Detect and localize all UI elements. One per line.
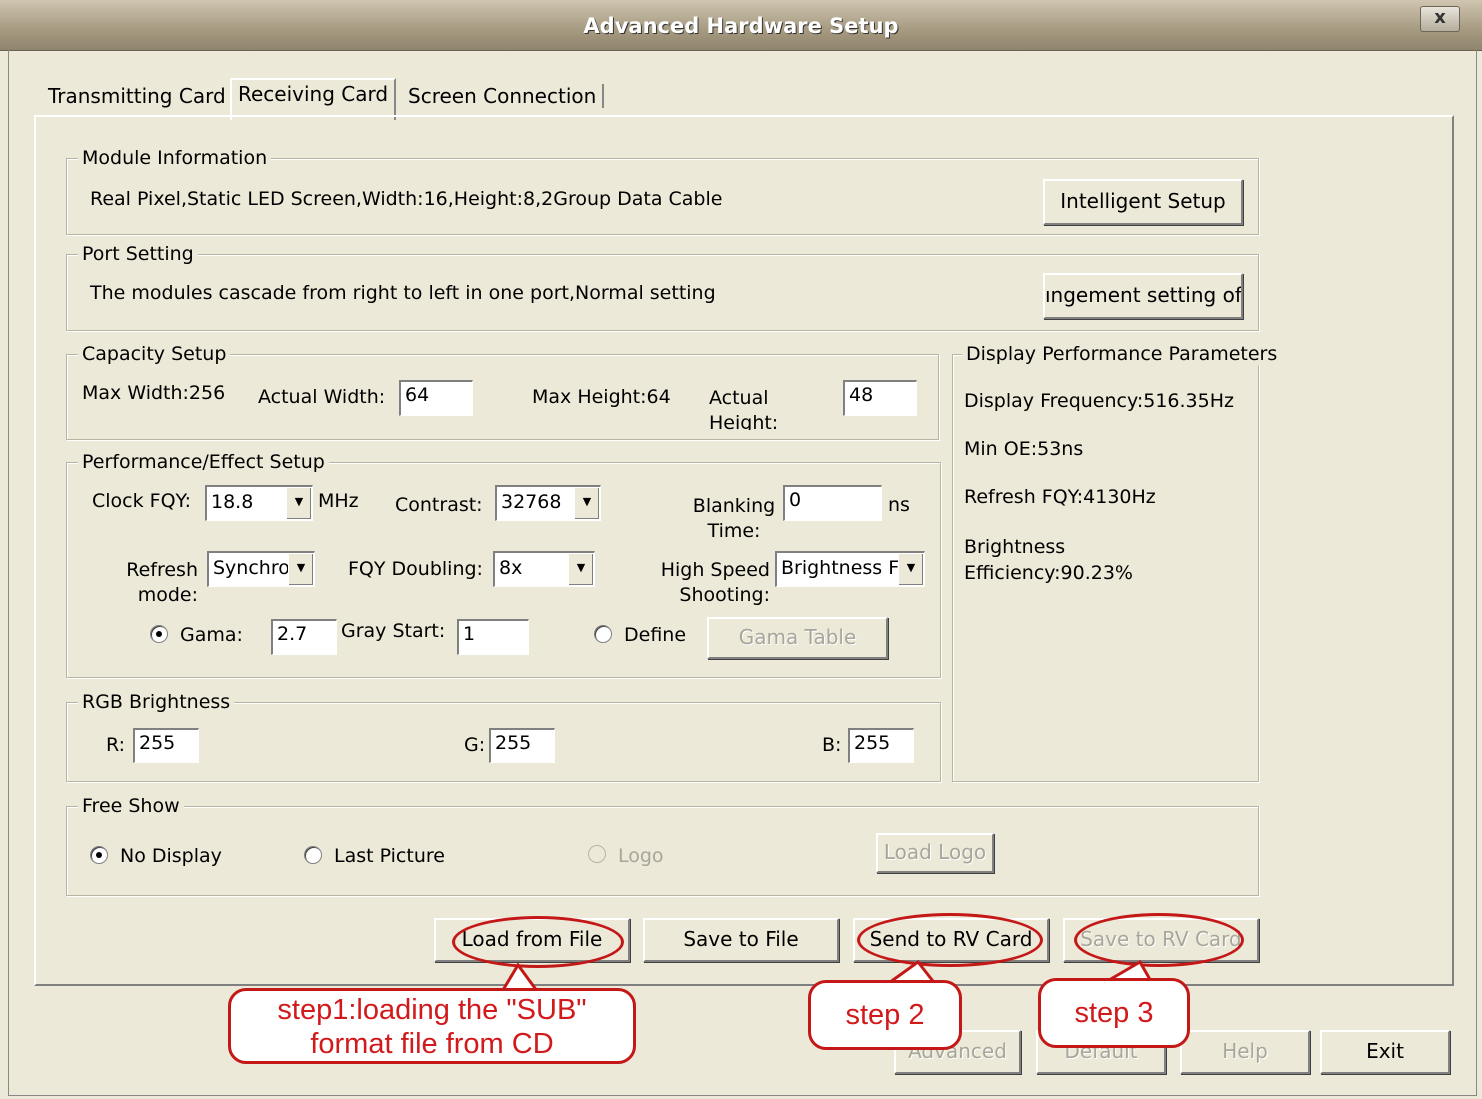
step3-callout: step 3 [1038, 978, 1190, 1048]
step1-callout-line2: format file from CD [310, 1028, 554, 1060]
step2-callout: step 2 [808, 980, 962, 1050]
step1-callout-line1: step1:loading the "SUB" [277, 994, 587, 1026]
callout-tails [497, 959, 1155, 997]
step1-callout: step1:loading the "SUB" format file from… [228, 988, 636, 1064]
